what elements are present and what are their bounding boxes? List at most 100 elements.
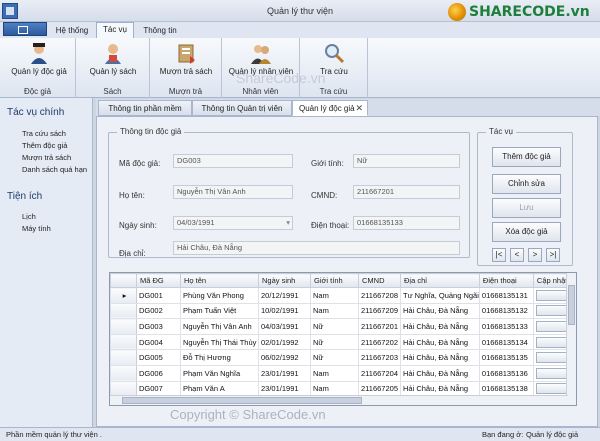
table-cell[interactable]: DG004 [136, 333, 181, 351]
tab-thong-tin-quan-tri-vien[interactable]: Thông tin Quản trị viên [192, 100, 292, 116]
col-dia-chi[interactable]: Địa chỉ [400, 273, 480, 288]
dia-chi-field[interactable]: Hải Châu, Đà Nẵng [173, 241, 460, 255]
ho-ten-field[interactable]: Nguyễn Thị Vân Anh [173, 185, 293, 199]
table-cell[interactable]: DG002 [136, 302, 181, 320]
grid-horizontal-scrollbar[interactable] [110, 395, 568, 405]
them-doc-gia-button[interactable]: Thêm độc giả [492, 147, 561, 167]
quan-ly-sach-button[interactable]: Quản lý sách [82, 40, 144, 76]
row-selector[interactable]: ▸ [110, 287, 137, 304]
nav-item-lich[interactable]: Lịch [22, 212, 36, 221]
tab-he-thong[interactable]: Hệ thống [52, 24, 92, 38]
table-cell[interactable]: 04/03/1991 [258, 318, 311, 335]
row-selector[interactable] [110, 318, 137, 335]
nav-item-them-doc-gia[interactable]: Thêm độc giả [22, 141, 67, 150]
cmnd-field[interactable]: 211667201 [353, 185, 460, 199]
horizontal-scroll-thumb[interactable] [122, 397, 362, 404]
table-cell[interactable]: Nữ [310, 318, 359, 335]
table-cell[interactable]: Nữ [310, 333, 359, 351]
table-cell[interactable]: 01668135131 [478, 287, 534, 304]
col-dien-thoai[interactable]: Điện thoại [478, 273, 534, 288]
table-cell[interactable]: Hải Châu, Đà Nẵng [400, 302, 480, 320]
table-cell[interactable]: Nguyễn Thị Vân Anh [180, 318, 259, 335]
table-row[interactable]: DG005 Đỗ Thị Hương 06/02/1992 Nữ 211667203 Hả… [110, 349, 572, 366]
table-cell[interactable]: 01668135135 [478, 349, 534, 366]
table-cell[interactable]: 211667204 [358, 364, 401, 382]
grid-vertical-scrollbar[interactable] [566, 273, 576, 405]
luu-button[interactable]: Lưu [492, 198, 561, 218]
table-cell[interactable]: Hải Châu, Đà Nẵng [400, 349, 480, 366]
nav-item-may-tinh[interactable]: Máy tính [22, 224, 51, 233]
table-row[interactable]: DG003 Nguyễn Thị Vân Anh 04/03/1991 Nữ 21166… [110, 318, 572, 335]
tab-thong-tin-phan-mem[interactable]: Thông tin phần mềm [98, 100, 192, 116]
next-record-button[interactable]: > [528, 248, 542, 262]
tab-thong-tin[interactable]: Thông tin [138, 24, 182, 38]
table-row[interactable]: DG002 Phạm Tuấn Việt 10/02/1991 Nam 21166720… [110, 302, 572, 320]
table-cell[interactable]: 211667209 [358, 302, 401, 320]
nav-item-muon-tra-sach[interactable]: Mượn trả sách [22, 153, 71, 162]
table-cell[interactable]: Tư Nghĩa, Quảng Ngãi [400, 287, 480, 304]
table-cell[interactable]: 211667208 [358, 287, 401, 304]
tab-tac-vu[interactable]: Tác vụ [96, 22, 134, 39]
table-cell[interactable]: Hải Châu, Đà Nẵng [400, 318, 480, 335]
col-cmnd[interactable]: CMND [358, 273, 401, 288]
table-cell[interactable]: DG001 [136, 287, 181, 304]
table-cell[interactable]: Nguyễn Thị Thái Thủy [180, 333, 259, 351]
dien-thoai-field[interactable]: 01668135133 [353, 216, 460, 230]
muon-tra-sach-button[interactable]: Mượn trả sách [154, 40, 218, 76]
nav-item-danh-sach-qua-han[interactable]: Danh sách quá hạn [22, 165, 87, 174]
table-cell[interactable]: 06/02/1992 [258, 349, 311, 366]
table-cell[interactable]: Đỗ Thị Hương [180, 349, 259, 366]
last-record-button[interactable]: >| [546, 248, 560, 262]
table-cell[interactable]: 211667201 [358, 318, 401, 335]
table-cell[interactable]: Nữ [310, 349, 359, 366]
row-selector[interactable] [110, 349, 137, 366]
table-cell[interactable]: DG006 [136, 364, 181, 382]
col-ma-dg[interactable]: Mã ĐG [136, 273, 181, 288]
table-cell[interactable]: 01668135132 [478, 302, 534, 320]
table-row[interactable]: DG006 Phạm Văn Nghĩa 23/01/1991 Nam 21166720… [110, 364, 572, 382]
col-ho-ten[interactable]: Họ tên [180, 273, 259, 288]
xoa-doc-gia-button[interactable]: Xóa độc giả [492, 222, 561, 242]
row-selector[interactable] [110, 302, 137, 320]
row-selector[interactable] [110, 333, 137, 351]
table-cell[interactable]: 23/01/1991 [258, 364, 311, 382]
table-cell[interactable]: Nam [310, 302, 359, 320]
prev-record-button[interactable]: < [510, 248, 524, 262]
table-cell[interactable]: Phạm Văn Nghĩa [180, 364, 259, 382]
col-ngay-sinh[interactable]: Ngày sinh [258, 273, 311, 288]
table-cell[interactable]: 211667202 [358, 333, 401, 351]
tab-quan-ly-doc-gia[interactable]: Quản lý độc giả ✕ [292, 100, 368, 116]
ngay-sinh-picker[interactable]: 04/03/1991 ▾ [173, 216, 293, 230]
table-cell[interactable]: 211667203 [358, 349, 401, 366]
table-row[interactable]: ▸ DG001 Phùng Văn Phong 20/12/1991 Nam 211667… [110, 287, 572, 304]
nav-item-tra-cuu-sach[interactable]: Tra cứu sách [22, 129, 66, 138]
vertical-scroll-thumb[interactable] [568, 285, 575, 325]
sharecode-logo: SHARECODE.vn [448, 2, 598, 22]
table-cell[interactable]: DG003 [136, 318, 181, 335]
col-gioi-tinh[interactable]: Giới tính [310, 273, 359, 288]
table-cell[interactable]: Hải Châu, Đà Nẵng [400, 364, 480, 382]
table-cell[interactable]: Hải Châu, Đà Nẵng [400, 333, 480, 351]
table-cell[interactable]: DG005 [136, 349, 181, 366]
table-cell[interactable]: 02/01/1992 [258, 333, 311, 351]
table-cell[interactable]: Nam [310, 364, 359, 382]
table-cell[interactable]: 01668135133 [478, 318, 534, 335]
close-tab-icon[interactable]: ✕ [355, 101, 363, 116]
group-doc-gia: Quản lý độc giả Độc giả [0, 38, 76, 98]
table-cell[interactable]: 10/02/1991 [258, 302, 311, 320]
table-cell[interactable]: Nam [310, 287, 359, 304]
table-row[interactable]: DG004 Nguyễn Thị Thái Thủy 02/01/1992 Nữ 211… [110, 333, 572, 351]
first-record-button[interactable]: |< [492, 248, 506, 262]
table-cell[interactable]: 01668135134 [478, 333, 534, 351]
calendar-dropdown-icon[interactable]: ▾ [286, 217, 290, 229]
gioi-tinh-field[interactable]: Nữ [353, 154, 460, 168]
application-menu-button[interactable] [3, 22, 47, 36]
chinh-sua-button[interactable]: Chỉnh sửa [492, 174, 561, 194]
table-cell[interactable]: 01668135136 [478, 364, 534, 382]
table-cell[interactable]: Phạm Tuấn Việt [180, 302, 259, 320]
table-cell[interactable]: Phùng Văn Phong [180, 287, 259, 304]
table-cell[interactable]: 20/12/1991 [258, 287, 311, 304]
quan-ly-doc-gia-button[interactable]: Quản lý độc giả [6, 40, 72, 76]
ma-doc-gia-field[interactable]: DG003 [173, 154, 293, 168]
row-selector[interactable] [110, 364, 137, 382]
